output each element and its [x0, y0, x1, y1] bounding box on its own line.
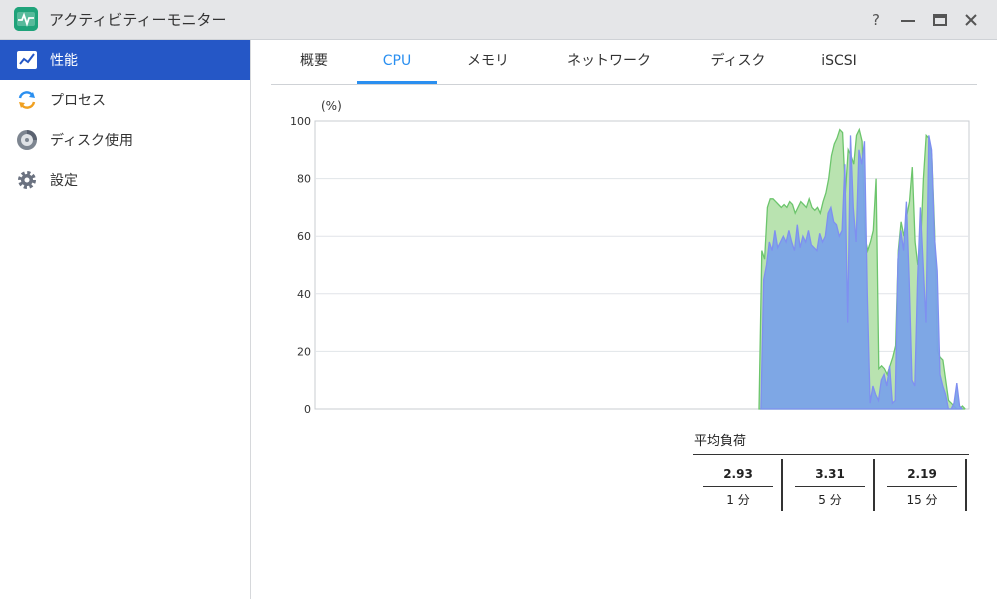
load-average-title: 平均負荷 — [694, 434, 747, 449]
tab-disk[interactable]: ディスク — [701, 40, 775, 84]
title-bar: アクティビティーモニター ? — [0, 0, 997, 40]
load-average-value: 2.19 — [907, 467, 937, 481]
divider — [887, 486, 957, 487]
disk-usage-icon — [16, 129, 38, 151]
sidebar-item-performance[interactable]: 性能 — [0, 40, 250, 80]
load-average-cell: 2.93 1 分 — [693, 455, 783, 511]
performance-chart-icon — [16, 49, 38, 71]
load-average-label: 1 分 — [726, 493, 750, 507]
tab-network[interactable]: ネットワーク — [559, 40, 659, 84]
divider — [703, 486, 773, 487]
y-tick-label: 80 — [297, 173, 311, 186]
tab-iscsi[interactable]: iSCSI — [811, 40, 867, 84]
sidebar-item-label: ディスク使用 — [50, 133, 134, 149]
cpu-chart-svg: 100 80 60 40 20 0 (%) — [290, 99, 970, 416]
sidebar-item-label: 設定 — [50, 173, 78, 189]
tab-memory[interactable]: メモリ — [457, 40, 519, 84]
cpu-usage-chart: 100 80 60 40 20 0 (%) — [271, 92, 977, 422]
main-panel: 概要 CPU メモリ ネットワーク ディスク iSCSI 100 80 60 40 20… — [251, 40, 997, 599]
divider — [873, 459, 875, 511]
load-average-cell: 2.19 15 分 — [877, 455, 967, 511]
load-average-cell: 3.31 5 分 — [785, 455, 875, 511]
process-refresh-icon — [16, 89, 38, 111]
divider — [795, 486, 865, 487]
tab-overview[interactable]: 概要 — [288, 40, 340, 84]
close-icon[interactable] — [961, 10, 981, 30]
y-tick-label: 20 — [297, 345, 311, 358]
load-average-value: 3.31 — [815, 467, 845, 481]
y-tick-label: 60 — [297, 230, 311, 243]
sidebar-item-settings[interactable]: 設定 — [0, 160, 250, 200]
maximize-icon[interactable] — [930, 10, 950, 30]
load-average-label: 15 分 — [906, 493, 938, 507]
y-tick-label: 40 — [297, 288, 311, 301]
load-average-value: 2.93 — [723, 467, 753, 481]
minimize-icon[interactable] — [898, 10, 918, 30]
load-average-label: 5 分 — [818, 493, 842, 507]
divider — [781, 459, 783, 511]
y-axis-label: (%) — [321, 99, 342, 113]
divider — [965, 459, 967, 511]
sidebar: 性能 プロセス ディスク使用 設定 — [0, 40, 251, 599]
y-tick-label: 0 — [304, 403, 311, 416]
help-icon[interactable]: ? — [866, 10, 886, 30]
sidebar-item-label: 性能 — [50, 53, 78, 69]
window-title: アクティビティーモニター — [49, 11, 227, 29]
y-tick-label: 100 — [290, 115, 311, 128]
load-average-table: 2.93 1 分 3.31 5 分 2.19 15 分 — [693, 454, 969, 511]
tab-bar: 概要 CPU メモリ ネットワーク ディスク iSCSI — [271, 40, 977, 85]
sidebar-item-disk-usage[interactable]: ディスク使用 — [0, 120, 250, 160]
tab-cpu[interactable]: CPU — [357, 40, 437, 84]
sidebar-item-label: プロセス — [50, 93, 106, 109]
gear-icon — [16, 169, 38, 191]
activity-monitor-app-icon — [14, 7, 38, 31]
sidebar-item-process[interactable]: プロセス — [0, 80, 250, 120]
